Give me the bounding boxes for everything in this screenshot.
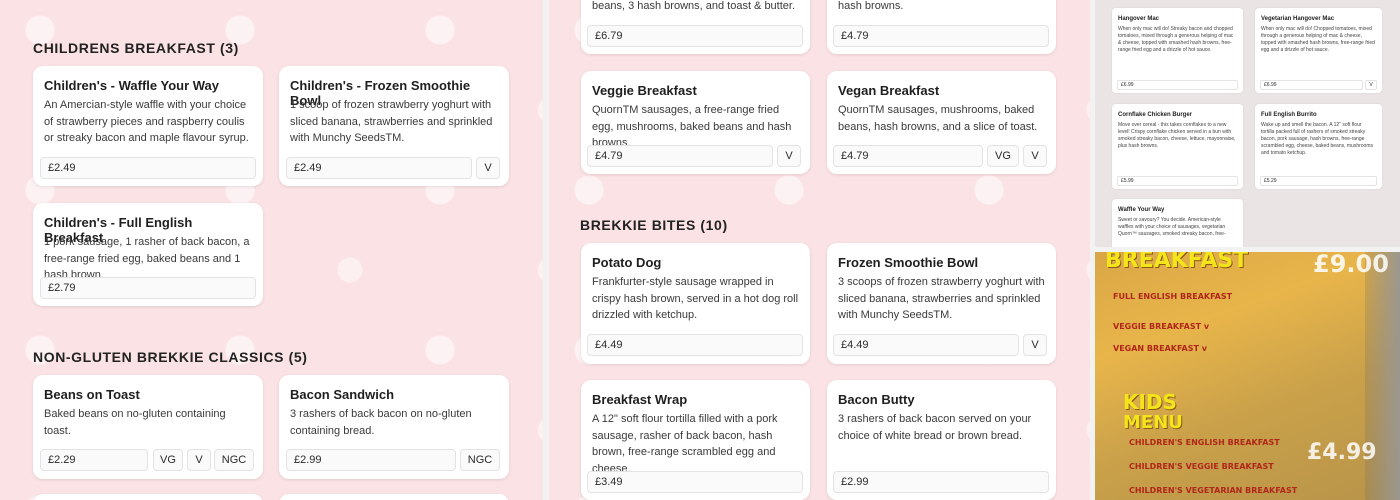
- board-heading-breakfast: BREAKFAST: [1105, 252, 1249, 273]
- menu-item-card[interactable]: [33, 494, 263, 500]
- dietary-tag: V: [1023, 334, 1047, 356]
- mini-menu-title: Vegetarian Hangover Mac: [1261, 16, 1335, 22]
- dietary-tag: V: [777, 145, 801, 167]
- menu-item-card[interactable]: Beans on Toast Baked beans on no-gluten …: [33, 375, 263, 479]
- menu-item-title: Beans on Toast: [44, 387, 140, 402]
- menu-item-card[interactable]: hash browns. £4.79: [827, 0, 1056, 54]
- menu-thumbnail: ... Hangover Mac When only mac will do! …: [1095, 0, 1400, 247]
- menu-panel-middle: beans, 3 hash browns, and toast & butter…: [549, 0, 1090, 500]
- section-heading-childrens-breakfast: CHILDRENS BREAKFAST (3): [33, 40, 239, 56]
- mini-menu-description: When only mac will do! Streaky bacon and…: [1118, 26, 1234, 53]
- menu-item-description: 3 scoops of frozen strawberry yoghurt wi…: [838, 276, 1045, 321]
- mini-menu-card: Waffle Your Way Sweet or savoury? You de…: [1112, 199, 1243, 247]
- board-line: FULL ENGLISH BREAKFAST: [1113, 292, 1233, 301]
- board-line: CHILDREN'S VEGGIE BREAKFAST: [1129, 462, 1274, 471]
- menu-item-price: £2.29: [40, 449, 148, 471]
- dietary-tag: NGC: [460, 449, 500, 471]
- mini-menu-price: £6.99: [1117, 80, 1238, 90]
- mini-menu-card: Cornflake Chicken Burger Move over cerea…: [1112, 104, 1243, 189]
- menu-item-description: QuornTM sausages, mushrooms, baked beans…: [838, 104, 1038, 133]
- menu-item-price: £2.99: [286, 449, 456, 471]
- menu-item-title: Children's - Waffle Your Way: [44, 78, 219, 93]
- mini-menu-card: Full English Burrito Wake up and smell t…: [1255, 104, 1382, 189]
- mini-menu-card: Hangover Mac When only mac will do! Stre…: [1112, 8, 1243, 93]
- board-line: VEGGIE BREAKFAST v: [1113, 322, 1210, 331]
- thumbnail-header: ...: [1112, 0, 1117, 2]
- board-heading-menu: MENU: [1123, 412, 1183, 433]
- menu-item-description: A 12" soft flour tortilla filled with a …: [592, 413, 778, 475]
- menu-board-photo: BREAKFAST £9.00 FULL ENGLISH BREAKFAST V…: [1095, 252, 1400, 500]
- menu-item-title: Veggie Breakfast: [592, 83, 697, 98]
- mini-menu-price: £6.99: [1260, 80, 1363, 90]
- menu-item-price: £4.79: [833, 145, 983, 167]
- menu-item-title: Bacon Sandwich: [290, 387, 395, 402]
- menu-item-card[interactable]: Bacon Butty 3 rashers of back bacon serv…: [827, 380, 1056, 500]
- section-heading-brekkie-bites: BREKKIE BITES (10): [580, 217, 728, 233]
- board-line: CHILDREN'S VEGETARIAN BREAKFAST: [1129, 486, 1298, 495]
- mini-menu-card: Vegetarian Hangover Mac When only mac wi…: [1255, 8, 1382, 93]
- mini-menu-description: When only mac will do! Chopped tomatoes,…: [1261, 26, 1375, 53]
- mini-menu-description: Sweet or savoury? You decide. American-s…: [1118, 217, 1226, 237]
- menu-item-card[interactable]: beans, 3 hash browns, and toast & butter…: [581, 0, 810, 54]
- mini-menu-description: Wake up and smell the bacon. A 12" soft …: [1261, 122, 1374, 156]
- menu-item-card[interactable]: Potato Dog Frankfurter-style sausage wra…: [581, 243, 810, 364]
- menu-item-card[interactable]: [279, 494, 509, 500]
- menu-item-title: Frozen Smoothie Bowl: [838, 255, 979, 270]
- mini-menu-title: Cornflake Chicken Burger: [1118, 112, 1193, 118]
- menu-item-card[interactable]: Veggie Breakfast QuornTM sausages, a fre…: [581, 71, 810, 174]
- menu-item-description: beans, 3 hash browns, and toast & butter…: [592, 0, 796, 12]
- menu-item-title: Vegan Breakfast: [838, 83, 940, 98]
- menu-item-price: £2.49: [286, 157, 472, 179]
- dietary-tag: V: [476, 157, 500, 179]
- menu-item-price: £4.79: [833, 25, 1049, 47]
- menu-item-description: 3 rashers of back bacon served on your c…: [838, 413, 1032, 442]
- menu-item-description: 1 scoop of frozen strawberry yoghurt wit…: [290, 99, 493, 144]
- dietary-tag: VG: [987, 145, 1019, 167]
- menu-item-price: £4.49: [587, 334, 803, 356]
- menu-item-title: Bacon Butty: [838, 392, 915, 407]
- mini-menu-price: £5.99: [1117, 176, 1238, 186]
- mini-menu-title: Hangover Mac: [1118, 16, 1160, 22]
- menu-item-card[interactable]: Breakfast Wrap A 12" soft flour tortilla…: [581, 380, 810, 500]
- menu-item-price: £6.79: [587, 25, 803, 47]
- board-line: CHILDREN'S ENGLISH BREAKFAST: [1129, 438, 1280, 447]
- dietary-tag: V: [1023, 145, 1047, 167]
- menu-item-price: £3.49: [587, 471, 803, 493]
- dietary-tag: NGC: [214, 449, 254, 471]
- menu-item-title: Potato Dog: [592, 255, 662, 270]
- menu-item-description: 3 rashers of back bacon on no-gluten con…: [290, 408, 472, 437]
- menu-item-title: Breakfast Wrap: [592, 392, 688, 407]
- menu-item-description: Frankfurter-style sausage wrapped in cri…: [592, 276, 799, 321]
- menu-item-card[interactable]: Vegan Breakfast QuornTM sausages, mushro…: [827, 71, 1056, 174]
- menu-item-price: £2.99: [833, 471, 1049, 493]
- menu-item-price: £4.49: [833, 334, 1019, 356]
- section-heading-non-gluten: NON-GLUTEN BREKKIE CLASSICS (5): [33, 349, 308, 365]
- menu-item-card[interactable]: Bacon Sandwich 3 rashers of back bacon o…: [279, 375, 509, 479]
- menu-item-price: £4.79: [587, 145, 773, 167]
- mini-menu-title: Full English Burrito: [1261, 112, 1317, 118]
- mini-dietary-tag: V: [1365, 80, 1377, 90]
- menu-item-description: An Amercian-style waffle with your choic…: [44, 99, 249, 144]
- mini-menu-description: Move over cereal - this takes cornflakes…: [1118, 122, 1236, 149]
- menu-item-card[interactable]: Children's - Full English Breakfast 1 po…: [33, 203, 263, 306]
- dietary-tag: V: [187, 449, 211, 471]
- mini-menu-price: £5.29: [1260, 176, 1377, 186]
- board-price-top: £9.00: [1313, 252, 1389, 278]
- mini-menu-title: Waffle Your Way: [1118, 207, 1165, 213]
- board-line: VEGAN BREAKFAST v: [1113, 344, 1207, 353]
- menu-item-description: hash browns.: [838, 0, 904, 12]
- dietary-tag: VG: [153, 449, 183, 471]
- menu-item-price: £2.79: [40, 277, 256, 299]
- menu-item-card[interactable]: Frozen Smoothie Bowl 3 scoops of frozen …: [827, 243, 1056, 364]
- menu-item-card[interactable]: Children's - Frozen Smoothie Bowl 1 scoo…: [279, 66, 509, 186]
- menu-item-price: £2.49: [40, 157, 256, 179]
- menu-item-description: Baked beans on no-gluten containing toas…: [44, 408, 226, 437]
- board-price-bottom: £4.99: [1307, 440, 1377, 465]
- board-heading-kids: KIDS: [1123, 390, 1177, 414]
- menu-panel-left: CHILDRENS BREAKFAST (3) Children's - Waf…: [0, 0, 543, 500]
- menu-item-card[interactable]: Children's - Waffle Your Way An Amercian…: [33, 66, 263, 186]
